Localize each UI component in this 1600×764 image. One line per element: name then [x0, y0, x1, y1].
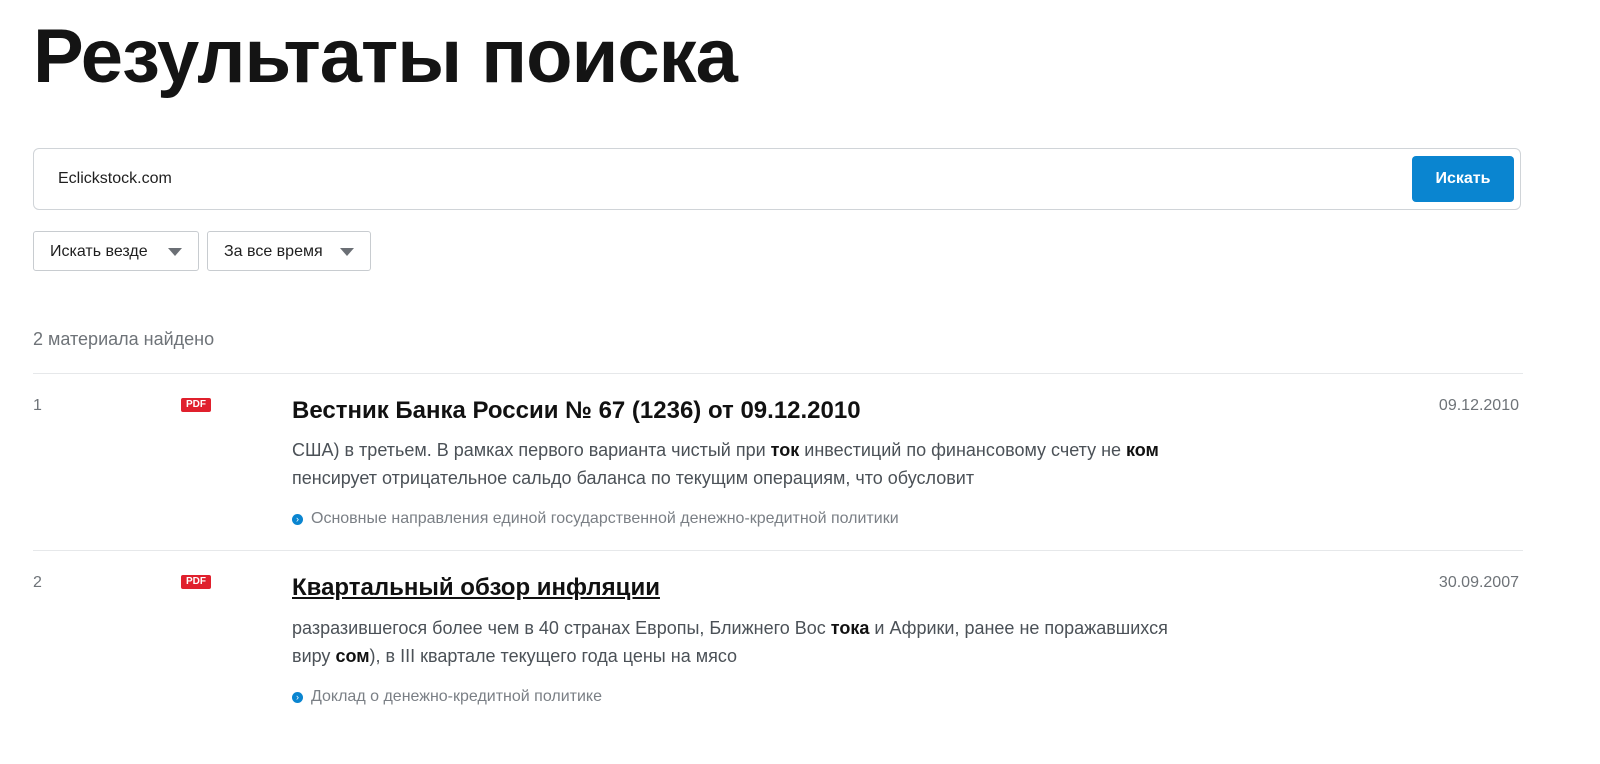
result-title-link[interactable]: Квартальный обзор инфляции [292, 573, 660, 603]
search-button[interactable]: Искать [1412, 156, 1514, 202]
snippet-line: разразившегося более чем в 40 странах Ев… [292, 614, 1282, 642]
search-box: Искать [33, 148, 1521, 210]
arrow-circle-icon: › [292, 692, 303, 703]
result-source-label: Основные направления единой государствен… [311, 510, 899, 527]
result-number: 1 [33, 397, 42, 414]
snippet-text: ), в III квартале текущего года цены на … [369, 646, 738, 666]
search-input[interactable] [58, 163, 1358, 195]
result-item: 1 PDF Вестник Банка России № 67 (1236) о… [33, 396, 1523, 536]
snippet-highlight: ком [1126, 440, 1159, 460]
pdf-badge: PDF [181, 398, 211, 412]
search-results-page: Результаты поиска Искать Искать везде За… [0, 0, 1600, 764]
divider [33, 550, 1523, 551]
snippet-line: США) в третьем. В рамках первого вариант… [292, 436, 1282, 464]
result-source-link[interactable]: › Доклад о денежно-кредитной политике [292, 687, 602, 707]
pdf-badge: PDF [181, 575, 211, 589]
snippet-text: пенсирует отрицательное сальдо баланса п… [292, 468, 975, 488]
result-title-link[interactable]: Вестник Банка России № 67 (1236) от 09.1… [292, 396, 861, 426]
page-title: Результаты поиска [33, 14, 738, 99]
result-source-label: Доклад о денежно-кредитной политике [311, 688, 602, 705]
snippet-text: разразившегося более чем в 40 странах Ев… [292, 618, 831, 638]
chevron-down-icon [168, 248, 182, 256]
result-source-link[interactable]: › Основные направления единой государстве… [292, 509, 899, 529]
arrow-circle-icon: › [292, 514, 303, 525]
scope-filter-label: Искать везде [50, 243, 148, 260]
period-filter-dropdown[interactable]: За все время [207, 231, 371, 271]
chevron-down-icon [340, 248, 354, 256]
period-filter-label: За все время [224, 243, 323, 260]
result-item: 2 PDF Квартальный обзор инфляции 30.09.2… [33, 573, 1523, 713]
snippet-highlight: ток [770, 440, 800, 460]
result-snippet: США) в третьем. В рамках первого вариант… [292, 436, 1282, 492]
snippet-text: инвестиций по финансовому счету не [799, 440, 1127, 460]
result-number: 2 [33, 574, 42, 591]
divider [33, 373, 1523, 374]
snippet-text: США) в третьем. В рамках первого вариант… [292, 440, 771, 460]
snippet-highlight: сом [335, 646, 370, 666]
result-snippet: разразившегося более чем в 40 странах Ев… [292, 614, 1282, 670]
snippet-text: и Африки, ранее не поражавшихся [869, 618, 1168, 638]
snippet-line: виру сом), в III квартале текущего года … [292, 642, 1282, 670]
snippet-text: виру [292, 646, 336, 666]
snippet-highlight: тока [830, 618, 870, 638]
scope-filter-dropdown[interactable]: Искать везде [33, 231, 199, 271]
result-date: 30.09.2007 [1438, 574, 1519, 591]
result-date: 09.12.2010 [1438, 397, 1519, 414]
snippet-line: пенсирует отрицательное сальдо баланса п… [292, 464, 1282, 492]
results-count: 2 материала найдено [33, 329, 215, 349]
